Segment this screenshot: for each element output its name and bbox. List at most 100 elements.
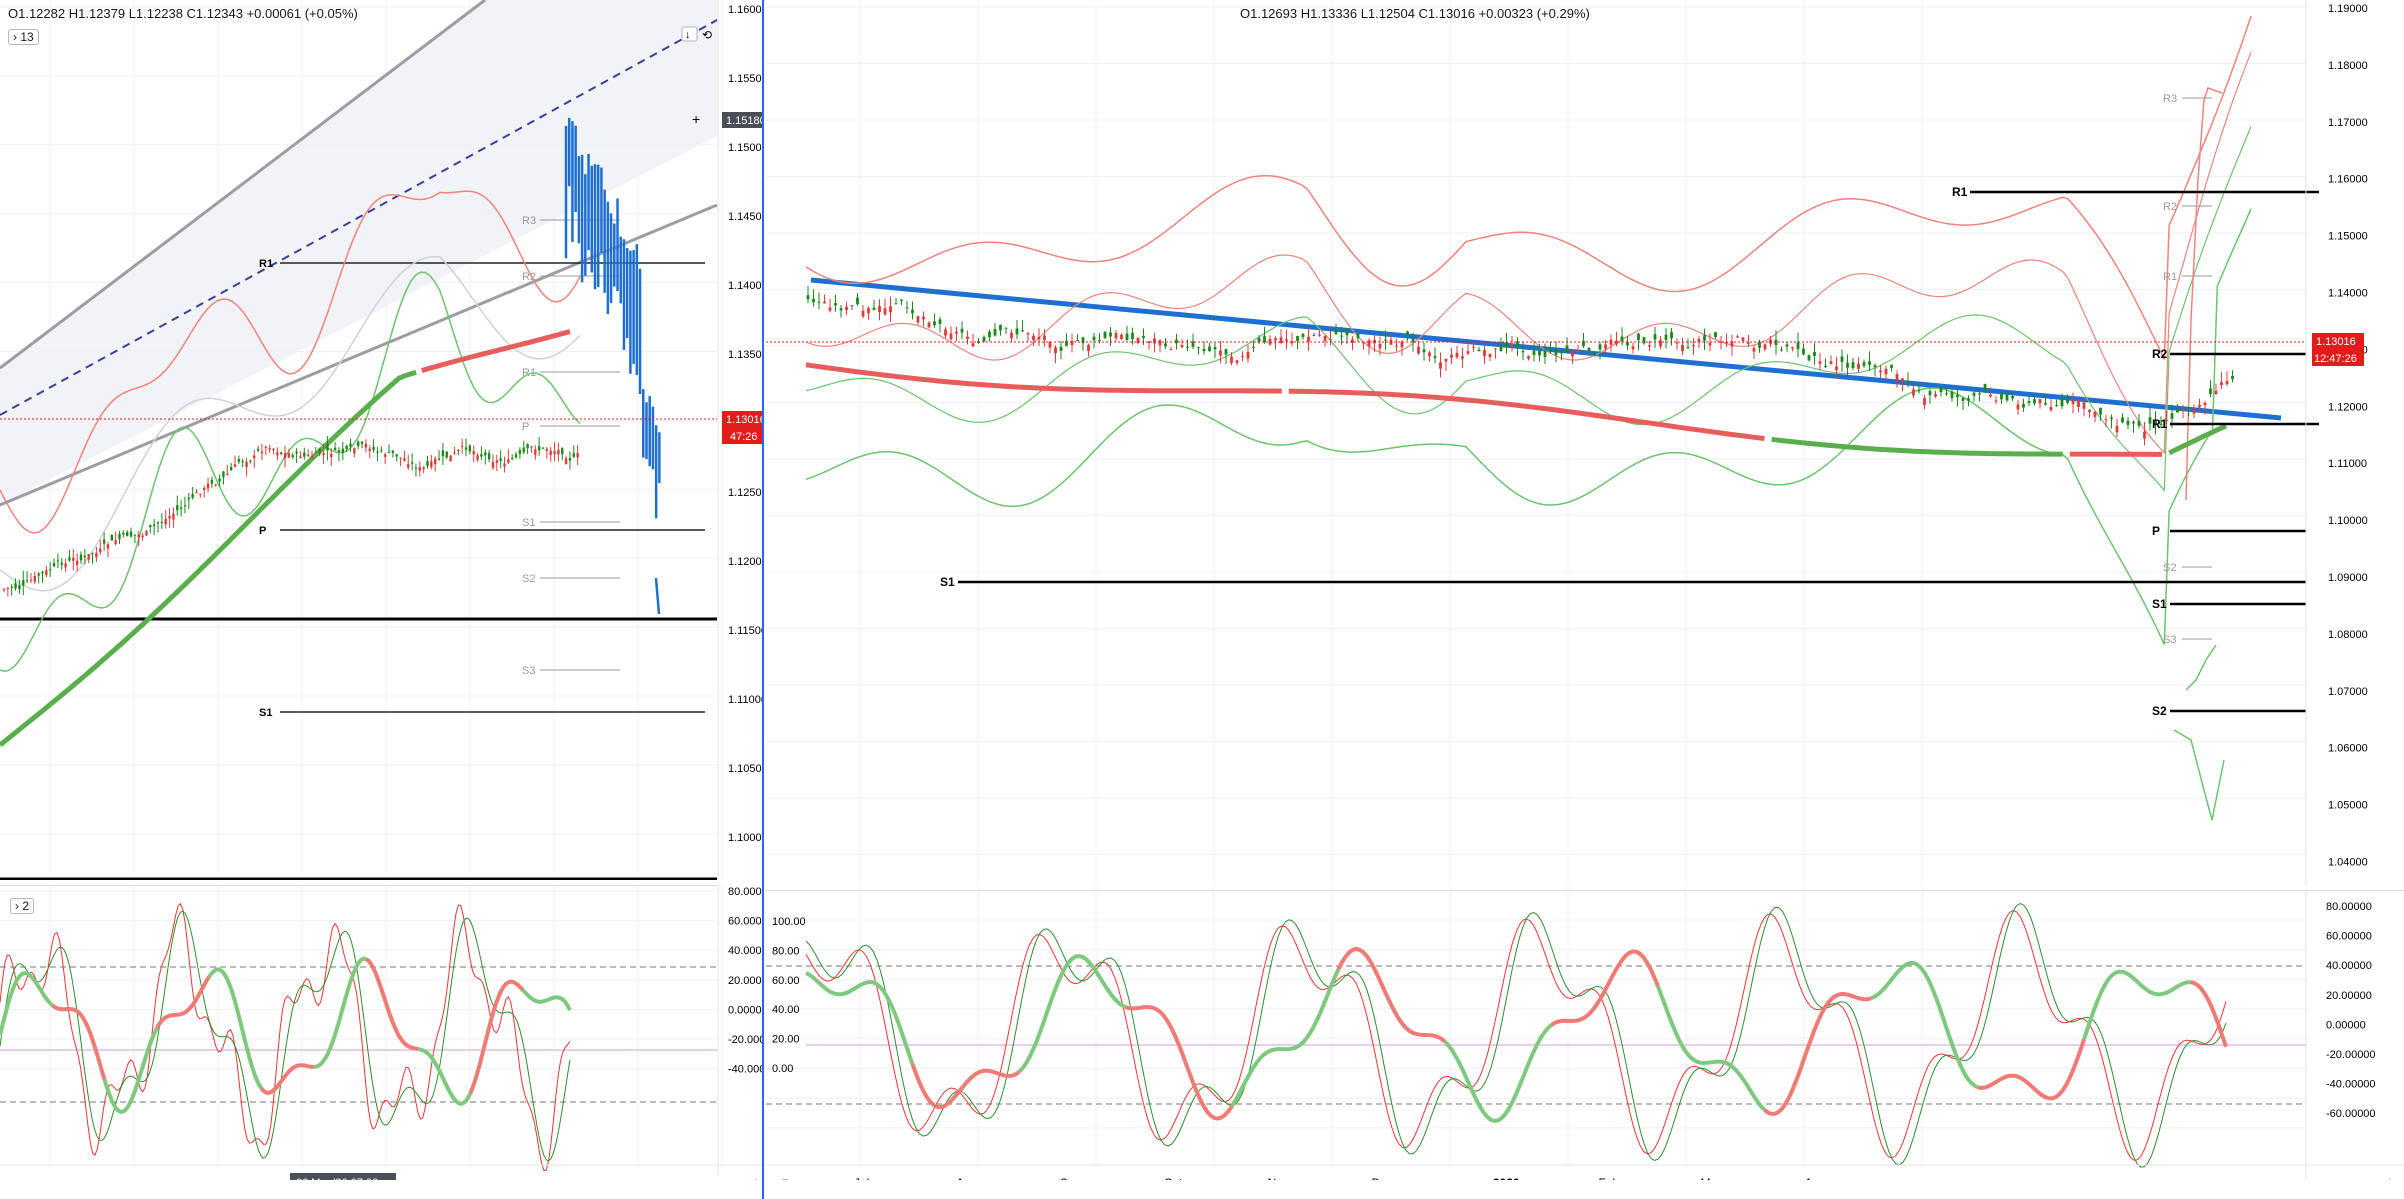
candle-body bbox=[110, 534, 113, 541]
left-price-chart[interactable]: R1PS1R3R2R1PS1S2S31.160001.155001.150001… bbox=[0, 0, 764, 880]
candle-body bbox=[971, 343, 975, 347]
candle-body bbox=[95, 552, 98, 558]
candle-body bbox=[237, 459, 241, 462]
candle-body bbox=[383, 454, 387, 457]
candle-body bbox=[52, 563, 56, 567]
candle-body bbox=[1301, 334, 1305, 338]
left-osc-indicator-count: 2 bbox=[22, 899, 30, 913]
candle-body bbox=[1202, 348, 1206, 352]
candle-body bbox=[911, 309, 914, 314]
candle-body bbox=[960, 328, 964, 333]
candle-body bbox=[999, 324, 1002, 331]
candle-body bbox=[1752, 347, 1756, 352]
candle-body bbox=[357, 441, 360, 446]
candle-body bbox=[306, 454, 310, 456]
candle-body bbox=[1483, 350, 1486, 357]
candle-body bbox=[1956, 394, 1959, 398]
candle-body bbox=[518, 449, 522, 454]
candle-body bbox=[1983, 384, 1987, 390]
candle-body bbox=[1312, 334, 1316, 336]
candle-body bbox=[1802, 348, 1805, 355]
candle-body bbox=[2082, 402, 2086, 409]
candle-body bbox=[1807, 355, 1811, 361]
pivot-label-light: S1 bbox=[522, 517, 535, 529]
right-oscillator-chart[interactable]: 100.00 80.00 60.00 40.00 20.00 0.00 80.00000 60… bbox=[766, 890, 2404, 1180]
candle-body bbox=[1103, 331, 1107, 338]
candle-body bbox=[1230, 356, 1233, 363]
candle-body bbox=[916, 316, 920, 323]
candle-body bbox=[927, 322, 931, 328]
candle-body bbox=[1169, 349, 1173, 351]
rsi-smooth bbox=[0, 971, 54, 1036]
candle-body bbox=[176, 505, 179, 511]
candle-body bbox=[145, 530, 148, 536]
left-indicator-toggle[interactable]: › 13 bbox=[8, 29, 39, 45]
candle-body bbox=[561, 448, 564, 455]
candle-body bbox=[22, 580, 25, 586]
candle-body bbox=[1851, 362, 1855, 369]
candle-body bbox=[337, 450, 341, 452]
candle-body bbox=[1395, 345, 1398, 347]
candle-body bbox=[1532, 350, 1536, 356]
candle-body bbox=[1004, 327, 1008, 329]
price-axis-label: 1.10000 bbox=[728, 832, 764, 844]
candle-body bbox=[2093, 411, 2097, 417]
osc-axis-label: 40.00000 bbox=[728, 945, 764, 957]
left-chart-panel[interactable]: R1 P S1 R3 R2 R1 P S1 S2 S3 1.16000 1.15500 1.15000 1… bbox=[0, 0, 764, 1199]
candle-body bbox=[541, 447, 545, 449]
candle-body bbox=[955, 331, 958, 334]
price-axis-label: 1.04000 bbox=[2328, 857, 2368, 869]
osc-axis-label: 40.00000 bbox=[2326, 960, 2372, 972]
candle-body bbox=[1785, 344, 1789, 347]
left-oscillator-chart[interactable]: 80.00000 60.00000 40.00000 20.00000 0.00000 -… bbox=[0, 885, 764, 1180]
candle-body bbox=[318, 448, 321, 454]
candle-body bbox=[418, 467, 421, 471]
candle-body bbox=[900, 299, 903, 301]
candle-body bbox=[1934, 394, 1937, 397]
band-spike-lower bbox=[2185, 644, 2217, 691]
candle-body bbox=[1637, 333, 1640, 341]
candle-body bbox=[2110, 417, 2113, 420]
candle-body bbox=[1131, 332, 1134, 340]
price-axis-label: 1.10000 bbox=[2328, 515, 2368, 527]
osc-axis-label: 0.00000 bbox=[728, 1004, 764, 1016]
candle-body bbox=[1092, 336, 1096, 341]
candle-body bbox=[29, 579, 33, 581]
price-axis-label: 1.10500 bbox=[728, 763, 764, 775]
osc-axis-label: 80.00000 bbox=[2326, 901, 2372, 913]
candle-body bbox=[1307, 336, 1310, 342]
candle-body bbox=[1142, 335, 1145, 338]
candle-body bbox=[1356, 333, 1360, 339]
candle-body bbox=[72, 557, 75, 561]
candle-body bbox=[867, 308, 870, 314]
candle-body bbox=[249, 460, 252, 462]
candle-body bbox=[1813, 351, 1816, 357]
candle-body bbox=[349, 443, 352, 447]
candle-body bbox=[1180, 344, 1184, 348]
right-price-chart[interactable]: R1 R2 R1 P S1 S1 S2 R3 R2 R1 S2 S3 1.19000 1.18000 1.1… bbox=[766, 0, 2404, 885]
candle-body bbox=[1747, 342, 1750, 344]
candle-body bbox=[480, 454, 483, 457]
candle-body bbox=[1191, 341, 1195, 347]
candle-body bbox=[1846, 362, 1849, 368]
price-axis-label: 1.09000 bbox=[2328, 572, 2368, 584]
left-osc-indicator-toggle[interactable]: › 2 bbox=[10, 898, 35, 914]
price-axis-label: 1.15500 bbox=[728, 73, 764, 85]
rsi-smooth bbox=[417, 1047, 473, 1106]
candle-body bbox=[195, 492, 198, 494]
candle-body bbox=[391, 450, 395, 454]
candle-body bbox=[1620, 336, 1624, 342]
candle-body bbox=[1587, 347, 1591, 352]
pivot-label-light: P bbox=[522, 421, 529, 433]
candle-body bbox=[1950, 391, 1954, 398]
last-price-label: 1.13016 bbox=[2316, 336, 2356, 348]
candle-body bbox=[395, 454, 398, 457]
candle-body bbox=[1323, 335, 1327, 341]
right-chart-panel[interactable]: R1 R2 R1 P S1 S1 S2 R3 R2 R1 S2 S3 1.19000 1.18000 1.1… bbox=[766, 0, 2404, 1199]
candle-body bbox=[453, 452, 456, 454]
candle-body bbox=[341, 448, 344, 453]
candle-body bbox=[1939, 386, 1943, 393]
candle-body bbox=[2088, 409, 2091, 412]
left-indicator-count: 13 bbox=[20, 30, 34, 44]
candle-body bbox=[33, 575, 36, 582]
